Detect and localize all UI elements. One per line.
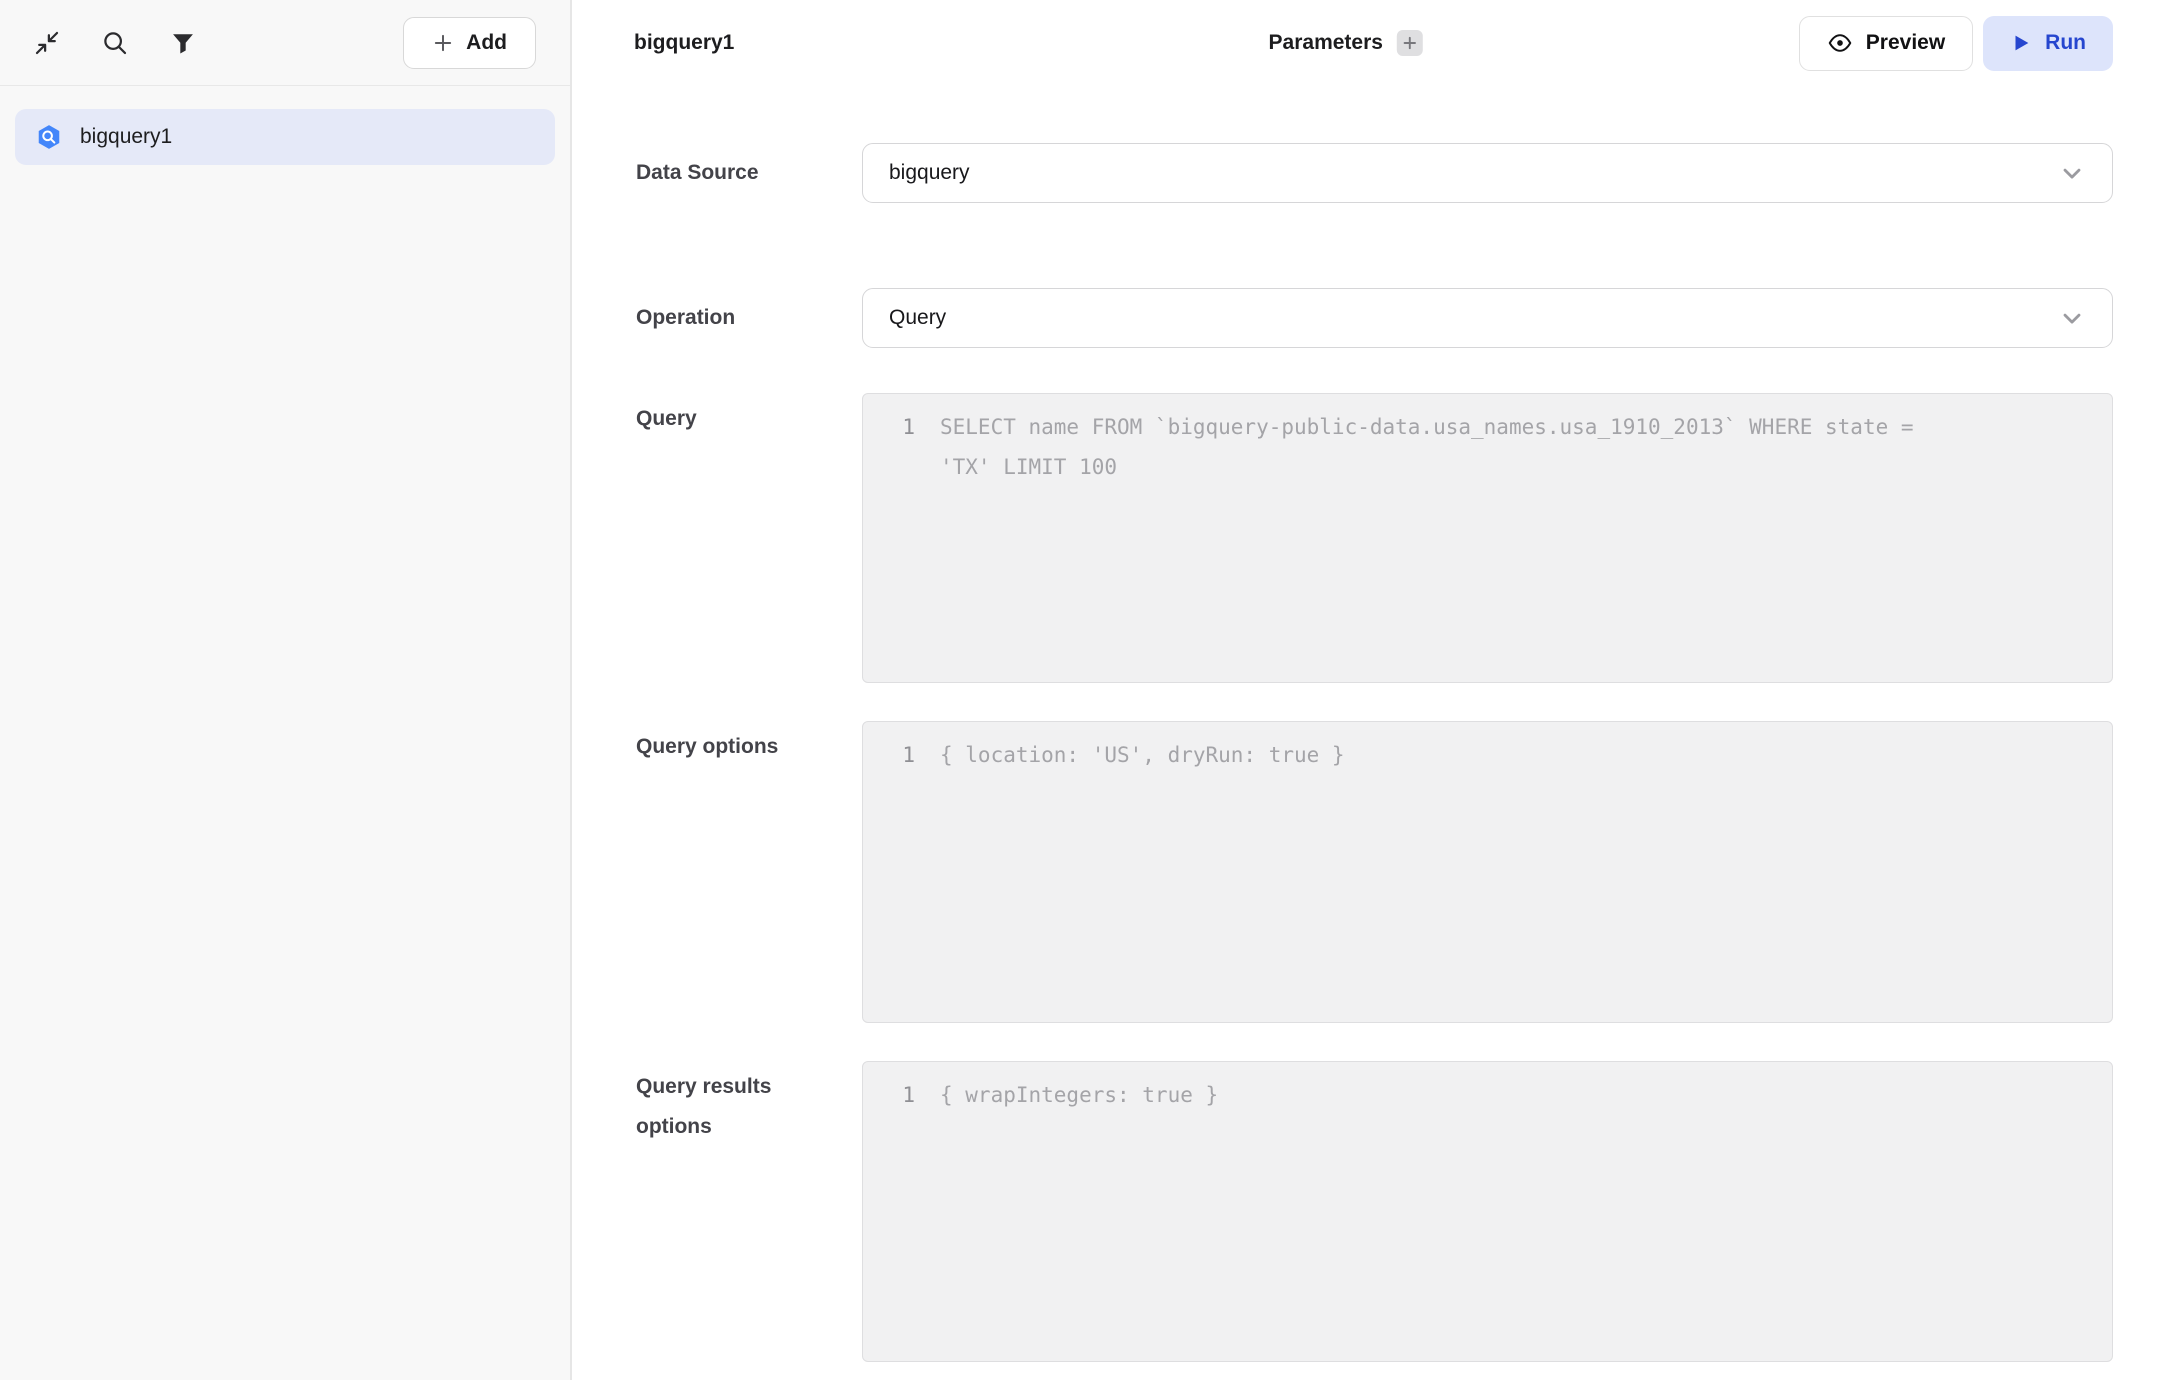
query-placeholder: SELECT name FROM `bigquery-public-data.u… [915,407,1934,682]
query-options-placeholder: { location: 'US', dryRun: true } [915,735,1365,1022]
line-number: 1 [863,1075,915,1361]
preview-button-label: Preview [1866,31,1945,55]
query-options-row: Query options 1 { location: 'US', dryRun… [636,721,2113,1023]
data-source-row: Data Source bigquery [636,143,2113,203]
app-window: Add bigquery1 bigquery1 Parameters [0,0,2184,1380]
sidebar-item-bigquery1[interactable]: bigquery1 [15,109,555,165]
operation-row: Operation Query [636,288,2113,348]
plus-icon [432,32,454,54]
header-actions: Preview Run [1799,16,2113,71]
query-row: Query 1 SELECT name FROM `bigquery-publi… [636,393,2113,683]
query-form: Data Source bigquery Operation [572,86,2184,1380]
query-label: Query [636,393,811,439]
plus-icon [1402,35,1418,51]
operation-value: Query [889,306,946,330]
operation-select[interactable]: Query [862,288,2113,348]
parameters-group: Parameters [1269,30,1423,56]
collapse-panel-icon[interactable] [30,26,64,60]
sidebar-item-label: bigquery1 [80,125,172,149]
query-options-label: Query options [636,721,811,767]
search-icon[interactable] [98,26,132,60]
main-panel: bigquery1 Parameters Preview [572,0,2184,1380]
play-icon [2010,32,2032,54]
add-parameter-button[interactable] [1397,30,1423,56]
run-button-label: Run [2045,31,2086,55]
query-results-options-label: Query results options [636,1061,811,1147]
add-button-label: Add [466,31,507,55]
data-source-select[interactable]: bigquery [862,143,2113,203]
query-options-editor[interactable]: 1 { location: 'US', dryRun: true } [862,721,2113,1023]
page-title: bigquery1 [634,31,734,55]
query-results-options-placeholder: { wrapIntegers: true } [915,1075,1238,1361]
filter-icon[interactable] [166,26,200,60]
main-header: bigquery1 Parameters Preview [572,0,2184,86]
chevron-down-icon [2058,304,2086,332]
preview-button[interactable]: Preview [1799,16,1973,71]
chevron-down-icon [2058,159,2086,187]
sidebar-header: Add [0,0,570,86]
operation-label: Operation [636,298,811,338]
sidebar: Add bigquery1 [0,0,572,1380]
line-number: 1 [863,407,915,682]
bigquery-icon [35,123,63,151]
data-source-value: bigquery [889,161,970,185]
sidebar-query-list: bigquery1 [0,86,570,188]
query-code-editor[interactable]: 1 SELECT name FROM `bigquery-public-data… [862,393,2113,683]
add-query-button[interactable]: Add [403,17,536,69]
query-results-options-editor[interactable]: 1 { wrapIntegers: true } [862,1061,2113,1362]
eye-icon [1827,30,1853,56]
run-button[interactable]: Run [1983,16,2113,71]
data-source-label: Data Source [636,153,811,193]
line-number: 1 [863,735,915,1022]
query-results-options-row: Query results options 1 { wrapIntegers: … [636,1061,2113,1362]
parameters-label: Parameters [1269,31,1383,55]
